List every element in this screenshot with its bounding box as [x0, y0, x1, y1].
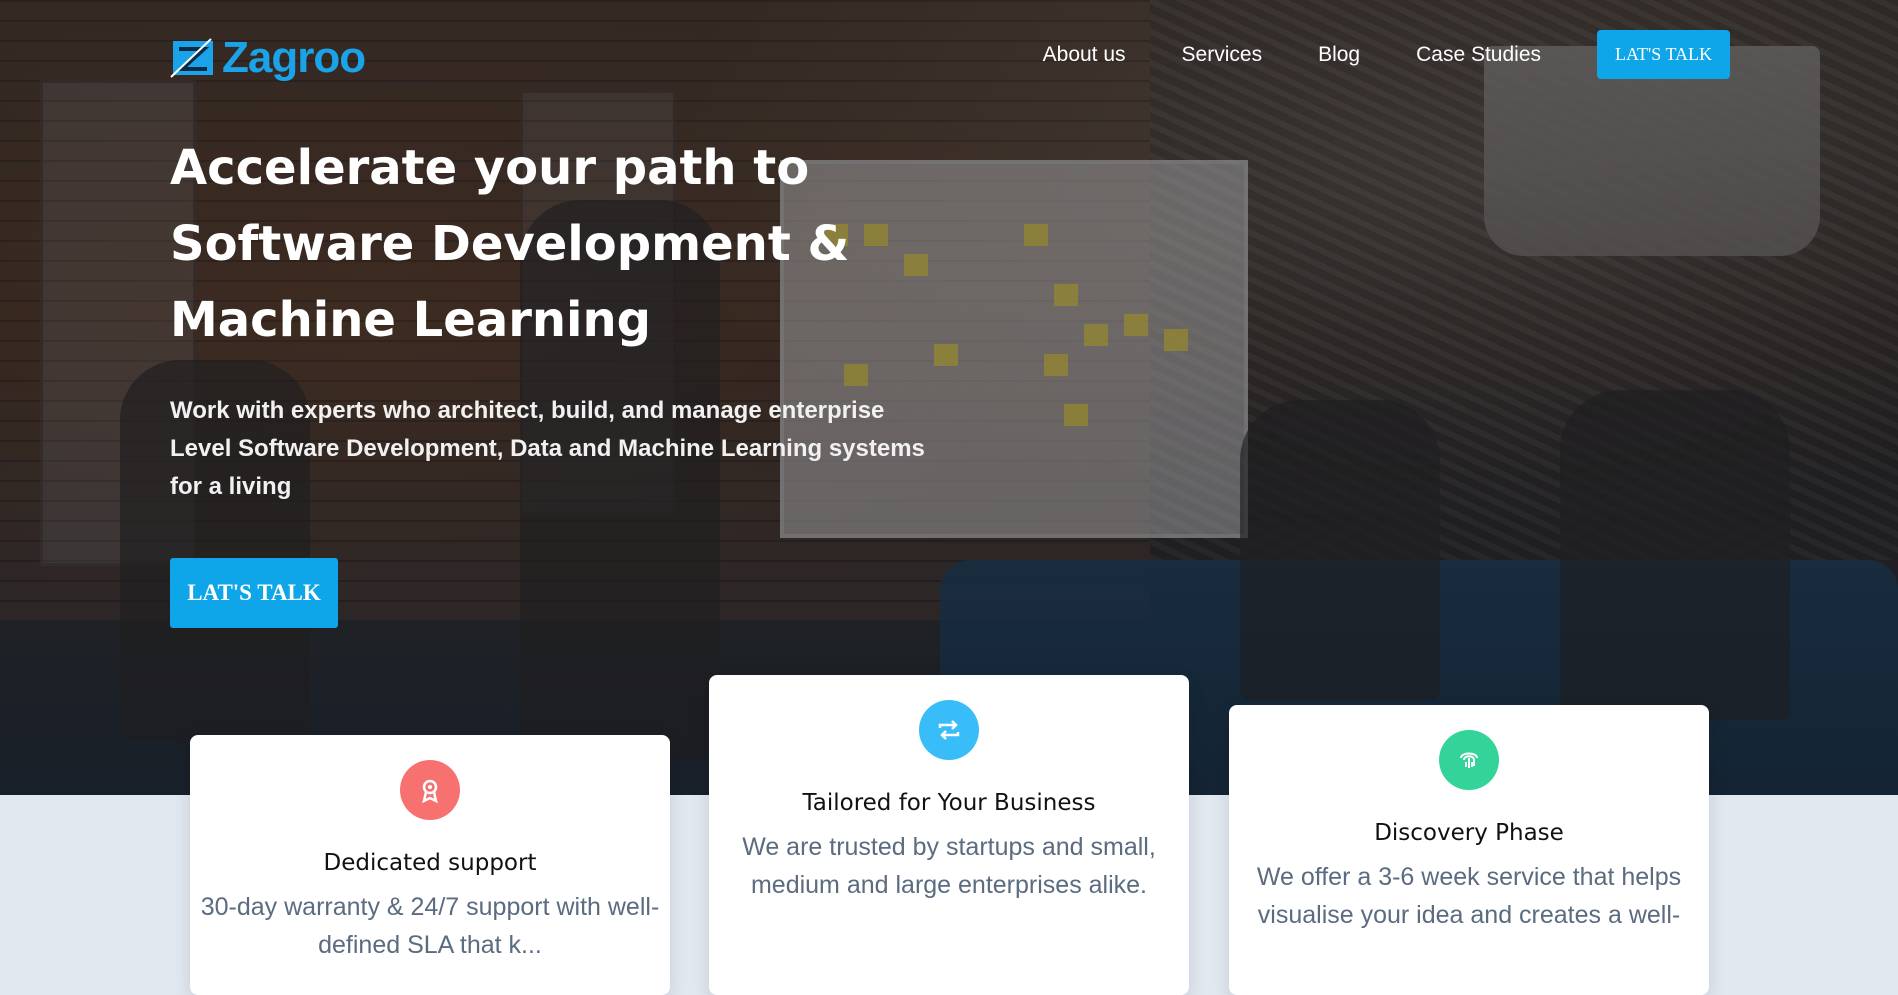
hero-lets-talk-button[interactable]: LAT'S TALK — [170, 558, 338, 628]
feature-card-dedicated-support: Dedicated support 30-day warranty & 24/7… — [190, 735, 670, 995]
feature-card-tailored: Tailored for Your Business We are truste… — [709, 675, 1189, 995]
repeat-icon — [919, 700, 979, 760]
feature-text: 30-day warranty & 24/7 support with well… — [200, 893, 660, 959]
fingerprint-icon — [1439, 730, 1499, 790]
hero-headline: Accelerate your path to Software Develop… — [170, 140, 850, 348]
hero-subtext: Work with experts who architect, build, … — [170, 397, 925, 500]
nav-item-case-studies[interactable]: Case Studies — [1416, 43, 1541, 67]
feature-card-discovery: Discovery Phase We offer a 3-6 week serv… — [1229, 705, 1709, 995]
nav-item-blog[interactable]: Blog — [1318, 43, 1360, 67]
feature-text: We offer a 3-6 week service that helps v… — [1256, 863, 1682, 929]
brand-name: Zagroo — [222, 33, 366, 82]
feature-text: We are trusted by startups and small, me… — [742, 833, 1156, 899]
brand-logo[interactable]: Zagroo — [170, 33, 366, 82]
nav-lets-talk-button[interactable]: LAT'S TALK — [1597, 30, 1730, 79]
nav-item-about-us[interactable]: About us — [1043, 43, 1126, 67]
award-icon — [400, 760, 460, 820]
zagroo-logo-icon — [170, 38, 213, 78]
main-nav: About us Services Blog Case Studies LAT'… — [987, 30, 1730, 79]
nav-item-services[interactable]: Services — [1182, 43, 1263, 67]
feature-title: Dedicated support — [323, 850, 537, 876]
feature-title: Discovery Phase — [1374, 820, 1564, 846]
feature-title: Tailored for Your Business — [802, 790, 1096, 816]
